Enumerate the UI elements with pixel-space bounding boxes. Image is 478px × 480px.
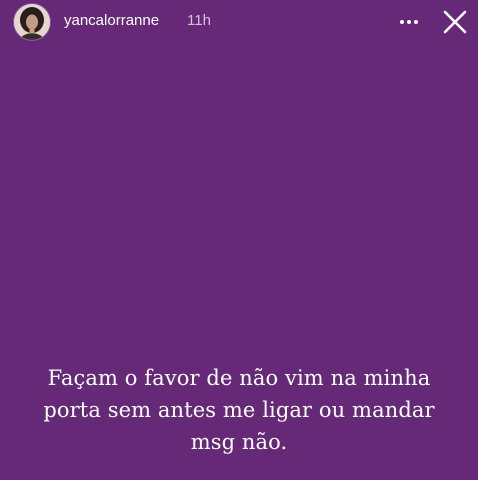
close-button[interactable]: [440, 7, 470, 37]
username[interactable]: yancalorranne: [64, 12, 159, 29]
avatar[interactable]: [14, 4, 50, 40]
profile-photo-icon: [14, 4, 50, 40]
more-options-button[interactable]: [396, 12, 422, 32]
caption-line: msg não.: [190, 430, 288, 454]
caption-line: Façam o favor de não vim na minha: [47, 366, 431, 390]
story-header: yancalorranne 11h: [0, 0, 478, 46]
caption-line: porta sem antes me ligar ou mandar: [43, 398, 435, 422]
close-icon: [443, 10, 467, 34]
more-horizontal-icon: [414, 20, 418, 24]
more-horizontal-icon: [407, 20, 411, 24]
story-viewer[interactable]: yancalorranne 11h Façam o favor de não v…: [0, 0, 478, 480]
more-horizontal-icon: [400, 20, 404, 24]
post-time: 11h: [187, 12, 211, 29]
story-caption: Façam o favor de não vim na minha porta …: [10, 362, 468, 458]
